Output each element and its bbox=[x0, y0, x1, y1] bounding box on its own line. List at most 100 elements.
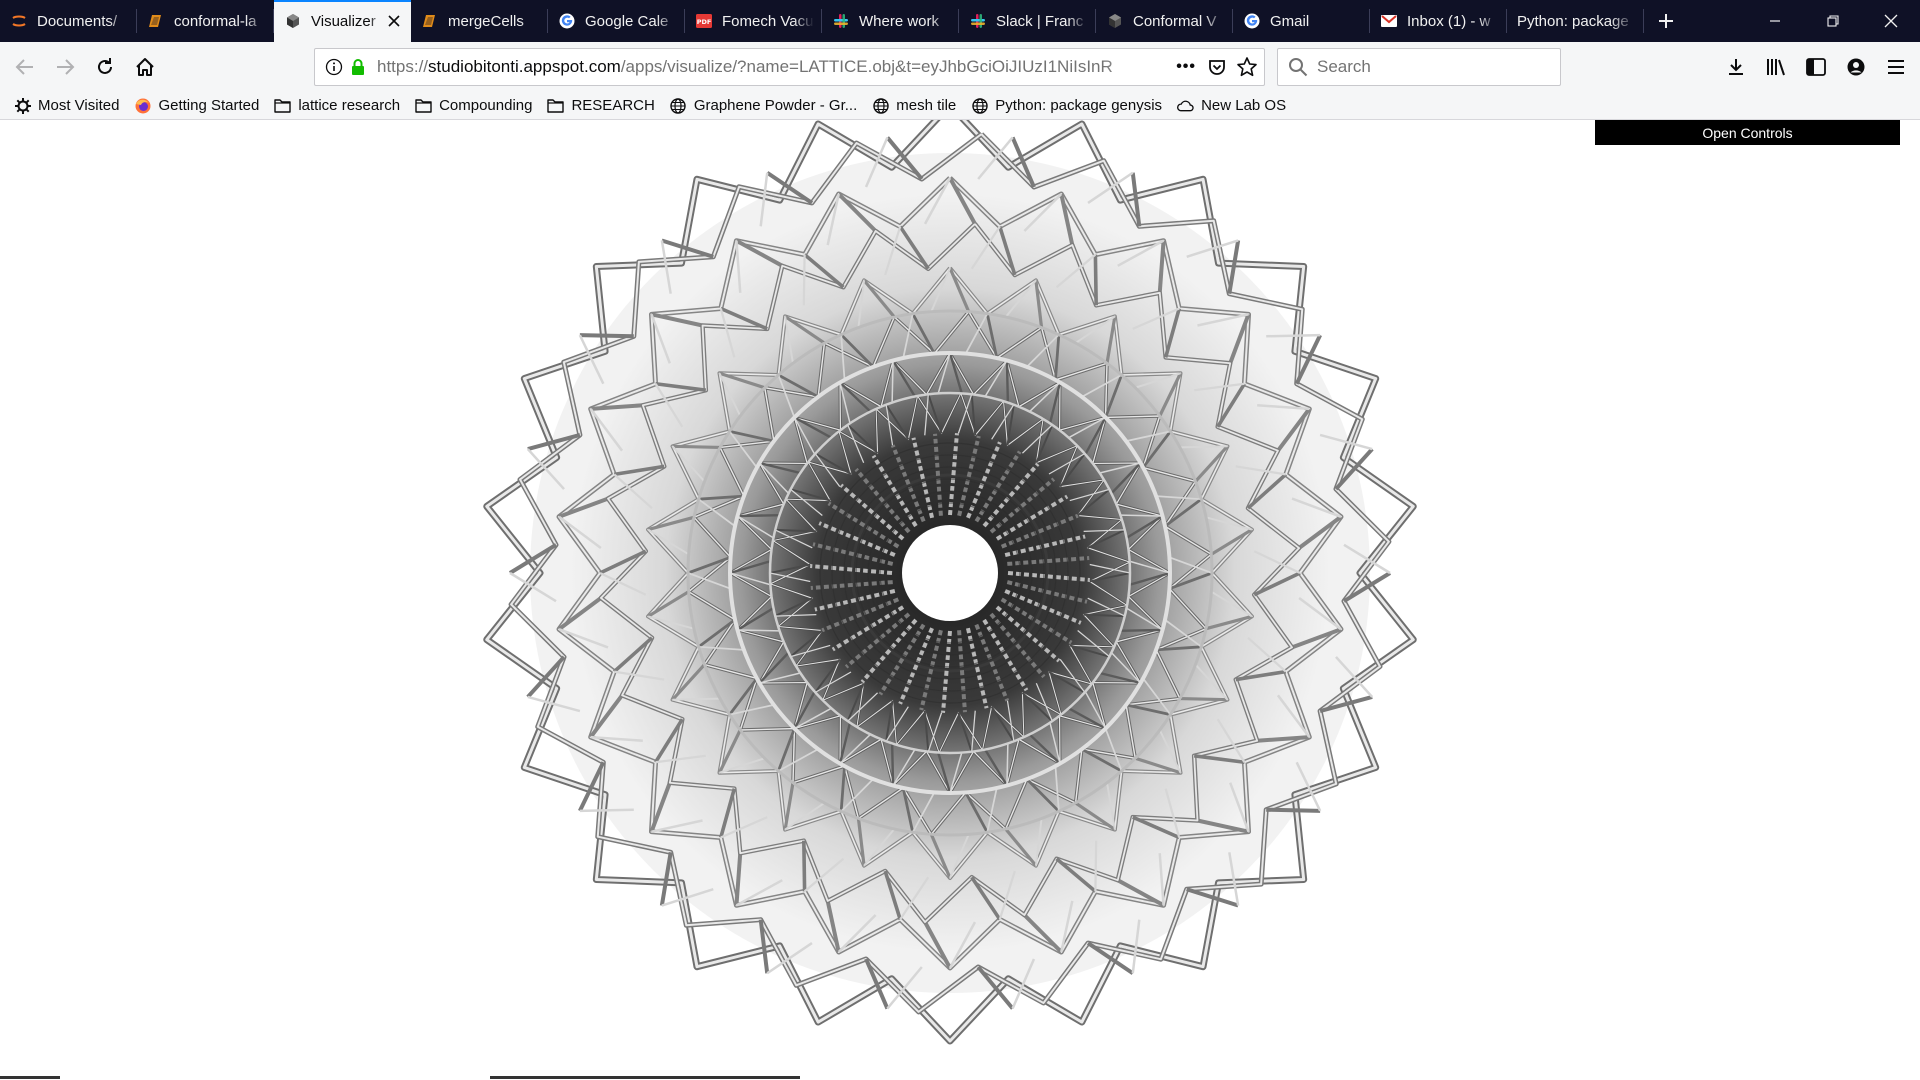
downloads-button[interactable] bbox=[1716, 47, 1756, 87]
search-input[interactable] bbox=[1317, 57, 1547, 77]
tab-close-icon[interactable] bbox=[385, 12, 403, 30]
3d-viewport-canvas[interactable] bbox=[0, 120, 1920, 1080]
close-window-button[interactable] bbox=[1862, 0, 1920, 42]
bookmark-label: Getting Started bbox=[158, 97, 260, 114]
browser-tab[interactable]: Slack | Franc bbox=[959, 0, 1096, 42]
navigation-toolbar: https://studiobitonti.appspot.com/apps/v… bbox=[0, 42, 1920, 92]
bookmark-label: Graphene Powder - Gr... bbox=[693, 97, 858, 114]
restore-button[interactable] bbox=[1804, 0, 1862, 42]
tab-label: Where work bbox=[859, 12, 940, 30]
browser-tab[interactable]: mergeCells bbox=[411, 0, 548, 42]
tab-label: Gmail bbox=[1270, 12, 1310, 30]
bookmark-item[interactable]: RESEARCH bbox=[547, 97, 655, 114]
firefox-icon bbox=[134, 97, 151, 114]
bookmark-item[interactable]: Compounding bbox=[415, 97, 532, 114]
browser-tab[interactable]: Inbox (1) - w bbox=[1370, 0, 1507, 42]
globe-icon bbox=[971, 97, 988, 114]
bookmark-label: RESEARCH bbox=[571, 97, 655, 114]
overleaf-icon bbox=[421, 12, 439, 30]
url-domain: studiobitonti.appspot.com bbox=[428, 57, 621, 76]
forward-button[interactable] bbox=[45, 47, 85, 87]
lock-icon[interactable] bbox=[347, 56, 369, 78]
page-actions-button[interactable]: ••• bbox=[1176, 58, 1196, 76]
svg-text:PDF: PDF bbox=[697, 18, 712, 26]
browser-tab[interactable]: conformal-la bbox=[137, 0, 274, 42]
bookmark-item[interactable]: Python: package genysis bbox=[971, 97, 1162, 114]
tab-label: Python: package bbox=[1517, 12, 1629, 30]
cube-icon bbox=[284, 12, 302, 30]
plus-icon bbox=[1659, 14, 1673, 28]
browser-tab[interactable]: Google Cale bbox=[548, 0, 685, 42]
tab-label: Documents/ bbox=[37, 12, 118, 30]
active-tab-indicator bbox=[274, 0, 411, 2]
minimize-icon bbox=[1770, 20, 1780, 22]
library-icon bbox=[1767, 59, 1785, 76]
browser-tab[interactable]: Conformal V bbox=[1096, 0, 1233, 42]
jupyter-icon bbox=[10, 12, 28, 30]
google-icon bbox=[558, 12, 576, 30]
browser-tab[interactable]: Documents/ bbox=[0, 0, 137, 42]
url-protocol: https:// bbox=[377, 57, 429, 76]
folder-icon bbox=[274, 97, 292, 114]
bookmarks-toolbar: Most Visited Getting Started lattice resea… bbox=[0, 92, 1920, 120]
info-icon[interactable] bbox=[323, 56, 345, 78]
bookmark-star-icon[interactable] bbox=[1236, 56, 1258, 78]
bookmark-label: New Lab OS bbox=[1201, 97, 1287, 114]
globe-icon bbox=[670, 97, 687, 114]
reload-icon bbox=[98, 58, 112, 74]
toolbar-right-buttons bbox=[1716, 47, 1920, 87]
search-bar[interactable] bbox=[1277, 48, 1561, 86]
back-arrow-icon bbox=[15, 59, 33, 75]
account-icon bbox=[1847, 58, 1865, 76]
cloud-icon bbox=[1177, 97, 1194, 114]
sidebar-button[interactable] bbox=[1796, 47, 1836, 87]
slack-icon bbox=[832, 12, 850, 30]
bookmark-label: Python: package genysis bbox=[995, 97, 1163, 114]
bookmark-item[interactable]: Most Visited bbox=[14, 97, 119, 114]
bookmark-item[interactable]: mesh tile bbox=[872, 97, 956, 114]
bookmark-label: Compounding bbox=[439, 97, 533, 114]
address-bar[interactable]: https://studiobitonti.appspot.com/apps/v… bbox=[314, 48, 1265, 86]
bookmark-item[interactable]: lattice research bbox=[274, 97, 400, 114]
hamburger-menu-icon bbox=[1888, 60, 1904, 74]
browser-tab[interactable]: Where work bbox=[822, 0, 959, 42]
reload-button[interactable] bbox=[85, 47, 125, 87]
browser-tab[interactable]: PDF Fomech Vacu bbox=[685, 0, 822, 42]
pocket-icon[interactable] bbox=[1206, 56, 1228, 78]
window-controls bbox=[1746, 0, 1920, 42]
tab-label: Fomech Vacu bbox=[722, 12, 814, 30]
back-button[interactable] bbox=[5, 47, 45, 87]
browser-tab[interactable]: Python: package bbox=[1507, 0, 1644, 42]
bookmark-label: lattice research bbox=[298, 97, 401, 114]
url-text[interactable]: https://studiobitonti.appspot.com/apps/v… bbox=[377, 57, 1166, 77]
browser-tab[interactable]: Visualizer bbox=[274, 0, 411, 42]
web-page-content: Open Controls bbox=[0, 120, 1920, 1080]
google-icon bbox=[1243, 12, 1261, 30]
tab-label: Slack | Franc bbox=[996, 12, 1084, 30]
menu-button[interactable] bbox=[1876, 47, 1916, 87]
slack-icon bbox=[969, 12, 987, 30]
tab-strip: Documents/conformal-la Visualizer mergeCel… bbox=[0, 0, 1920, 42]
account-button[interactable] bbox=[1836, 47, 1876, 87]
tab-label: Google Cale bbox=[585, 12, 669, 30]
folder-icon bbox=[415, 97, 432, 114]
tabs-container: Documents/conformal-la Visualizer mergeCel… bbox=[0, 0, 1644, 42]
restore-icon bbox=[1827, 15, 1839, 27]
url-path: /apps/visualize/?name=LATTICE.obj&t=eyJh… bbox=[620, 57, 1113, 76]
browser-tab[interactable]: Gmail bbox=[1233, 0, 1370, 42]
tab-label: mergeCells bbox=[448, 12, 524, 30]
bookmark-item[interactable]: Getting Started bbox=[134, 97, 259, 114]
overleaf-icon bbox=[147, 12, 165, 30]
bookmark-item[interactable]: New Lab OS bbox=[1177, 97, 1286, 114]
bookmark-label: Most Visited bbox=[38, 97, 120, 114]
globe-icon bbox=[872, 97, 889, 114]
open-controls-button[interactable]: Open Controls bbox=[1595, 120, 1900, 145]
bookmark-item[interactable]: Graphene Powder - Gr... bbox=[670, 97, 857, 114]
cube-icon bbox=[1106, 12, 1124, 30]
home-button[interactable] bbox=[125, 47, 165, 87]
home-icon bbox=[136, 58, 154, 76]
minimize-button[interactable] bbox=[1746, 0, 1804, 42]
new-tab-button[interactable] bbox=[1644, 0, 1688, 42]
search-icon bbox=[1289, 58, 1308, 77]
library-button[interactable] bbox=[1756, 47, 1796, 87]
